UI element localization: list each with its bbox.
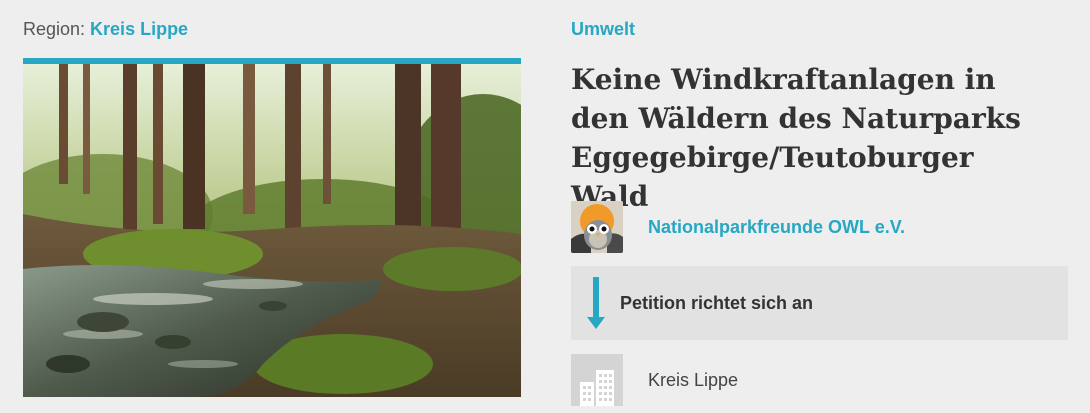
- avatar[interactable]: [571, 201, 623, 253]
- region-line: Region: Kreis Lippe: [23, 17, 188, 41]
- building-icon: [571, 354, 623, 406]
- addressee-header: Petition richtet sich an: [571, 266, 1068, 340]
- petition-image: [23, 58, 521, 397]
- forest-stream-photo: [23, 64, 521, 397]
- arrow-down-icon: [587, 277, 605, 329]
- author-link[interactable]: Nationalparkfreunde OWL e.V.: [648, 217, 905, 238]
- owl-logo-icon: [571, 201, 623, 253]
- region-link[interactable]: Kreis Lippe: [90, 19, 188, 39]
- author-row: Nationalparkfreunde OWL e.V.: [571, 201, 905, 253]
- category-link[interactable]: Umwelt: [571, 17, 635, 41]
- addressee-name: Kreis Lippe: [648, 369, 739, 390]
- petition-page: Region: Kreis Lippe Umwelt Keine Windkra…: [0, 0, 1090, 413]
- addressee-label: Petition richtet sich an: [620, 292, 814, 313]
- petition-title: Keine Windkraftanlagen in den Wäldern de…: [571, 63, 1021, 213]
- region-label: Region:: [23, 19, 91, 39]
- addressee-row: Kreis Lippe: [571, 354, 738, 406]
